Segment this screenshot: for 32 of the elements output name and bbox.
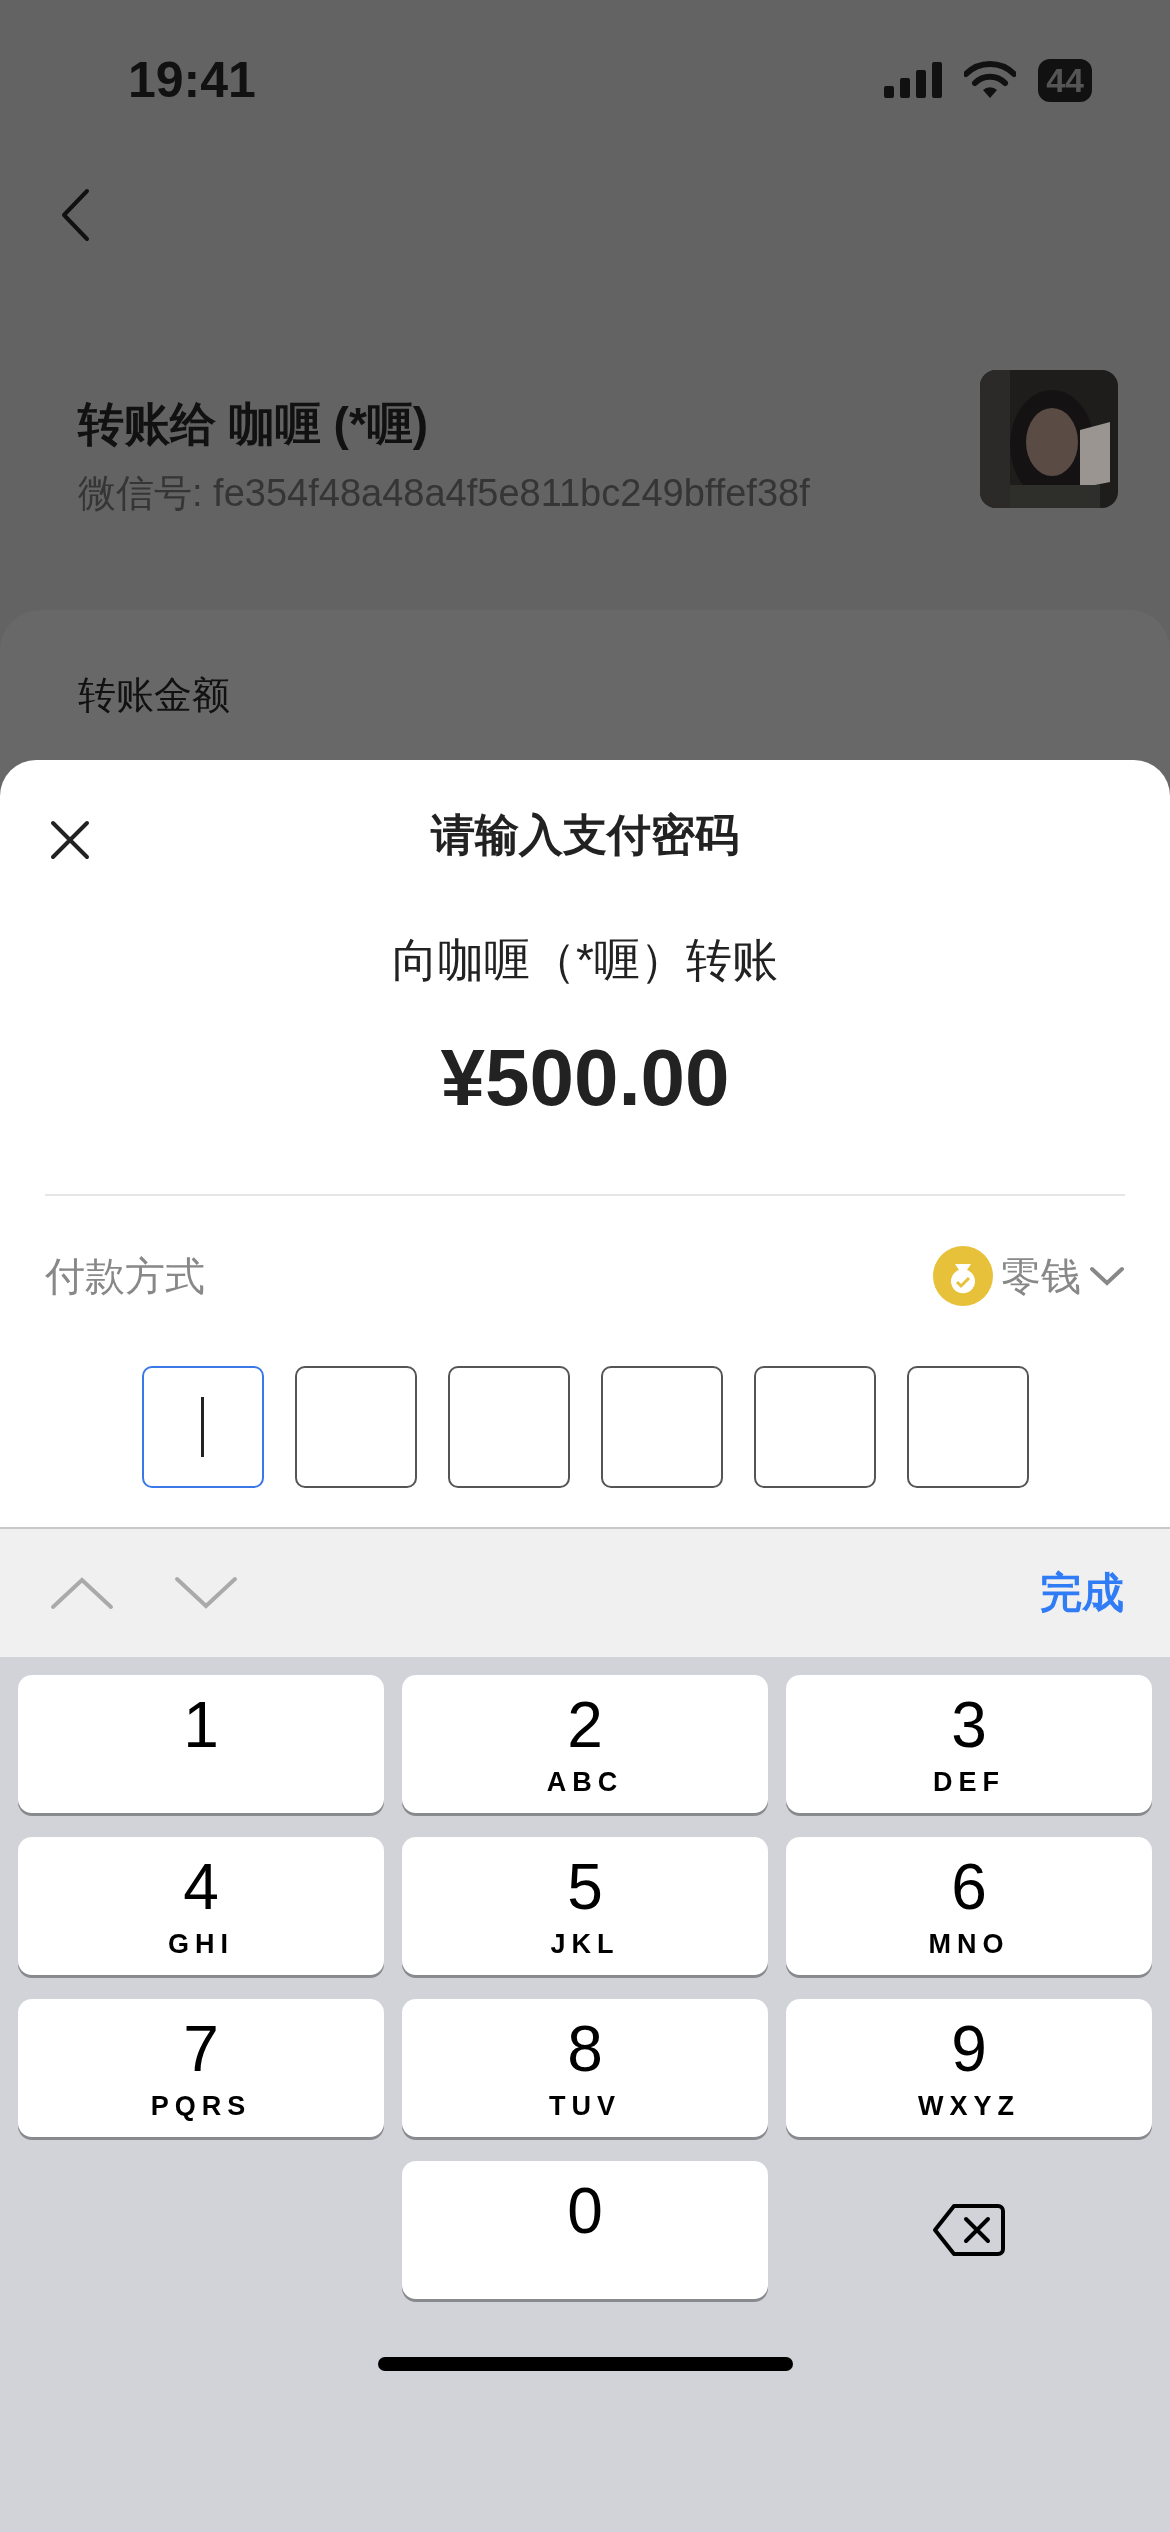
pin-box[interactable]	[447, 1366, 570, 1488]
keypad-key[interactable]: 2 ABC	[402, 1675, 768, 1813]
status-time: 19:41	[128, 51, 256, 109]
keypad-key[interactable]: 0	[402, 2161, 768, 2299]
keypad-key[interactable]: 8 TUV	[402, 1999, 768, 2137]
transfer-amount: ¥500.00	[439, 1032, 731, 1124]
signal-icon	[884, 62, 943, 98]
recipient-title: 转账给 咖喱 (*喱)	[78, 397, 430, 452]
next-field-icon[interactable]	[174, 1576, 238, 1610]
previous-field-icon[interactable]	[50, 1576, 114, 1610]
keypad-key[interactable]: 3 DEF	[786, 1675, 1152, 1813]
backspace-icon	[932, 2202, 1006, 2258]
keypad-key[interactable]: 4 GHI	[18, 1837, 384, 1975]
payment-method-label: 付款方式	[45, 1252, 205, 1300]
pin-box[interactable]	[141, 1366, 264, 1488]
sheet-title: 请输入支付密码	[431, 808, 739, 861]
pin-box[interactable]	[294, 1366, 417, 1488]
transfer-description: 向咖喱（*喱）转账	[391, 933, 779, 988]
payment-method-selector[interactable]: 零钱	[933, 1246, 1125, 1306]
keypad-key[interactable]: 9 WXYZ	[786, 1999, 1152, 2137]
chevron-down-icon	[1089, 1265, 1125, 1287]
wifi-icon	[964, 61, 1017, 99]
pin-box[interactable]	[906, 1366, 1029, 1488]
battery-level: 44	[1038, 58, 1092, 102]
keypad-key[interactable]: 5 JKL	[402, 1837, 768, 1975]
pin-box[interactable]	[753, 1366, 876, 1488]
keypad-key[interactable]: 7 PQRS	[18, 1999, 384, 2137]
money-bag-icon	[933, 1246, 993, 1306]
amount-label: 转账金额	[78, 674, 230, 716]
keypad-key[interactable]: 1	[18, 1675, 384, 1813]
pin-box[interactable]	[600, 1366, 723, 1488]
keypad-key[interactable]: 6 MNO	[786, 1837, 1152, 1975]
